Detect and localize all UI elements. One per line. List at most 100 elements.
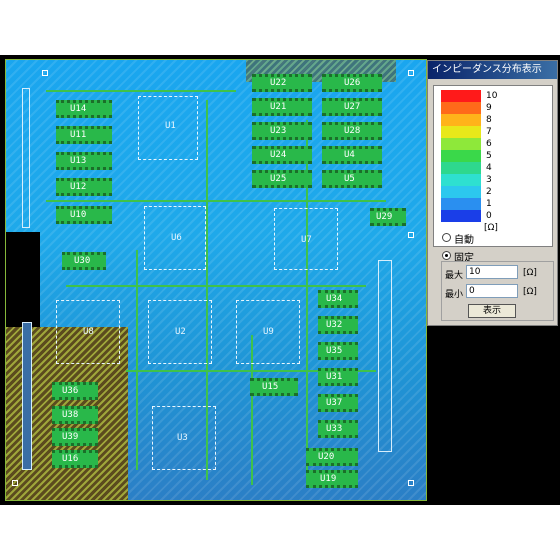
dip-label: U30 bbox=[74, 256, 91, 266]
dip-package[interactable]: U38 bbox=[52, 406, 98, 424]
dip-package[interactable]: U5 bbox=[322, 170, 382, 188]
dip-label: U26 bbox=[344, 78, 361, 88]
legend-value: 2 bbox=[486, 187, 492, 197]
dip-package[interactable]: U29 bbox=[370, 208, 406, 226]
chip-label: U8 bbox=[83, 327, 94, 337]
dip-package[interactable]: U35 bbox=[318, 342, 358, 360]
max-input[interactable]: 10 bbox=[466, 265, 518, 279]
trace bbox=[46, 200, 386, 202]
ic-chip-u6[interactable]: U6 bbox=[144, 206, 206, 270]
ic-chip-u7[interactable]: U7 bbox=[274, 208, 338, 270]
dip-label: U39 bbox=[62, 432, 79, 442]
dip-package[interactable]: U15 bbox=[250, 378, 298, 396]
dip-label: U20 bbox=[318, 452, 335, 462]
auto-radio[interactable] bbox=[442, 233, 451, 242]
legend-swatch bbox=[441, 174, 481, 186]
dip-label: U21 bbox=[270, 102, 287, 112]
chip-label: U7 bbox=[301, 235, 312, 245]
dip-label: U28 bbox=[344, 126, 361, 136]
min-label: 最小 bbox=[445, 290, 464, 300]
impedance-panel[interactable]: インピーダンス分布表示 10 9 8 7 6 5 4 3 2 1 0 [Ω] 自… bbox=[427, 60, 558, 326]
dip-label: U11 bbox=[70, 130, 87, 140]
dip-package[interactable]: U23 bbox=[252, 122, 312, 140]
fiducial-mark bbox=[12, 480, 18, 486]
pcb-board[interactable]: U1 U6 U7 U8 U2 U9 U3 U14 U11 U13 U12 U10… bbox=[5, 59, 427, 501]
dip-package[interactable]: U11 bbox=[56, 126, 112, 144]
dip-label: U15 bbox=[262, 382, 279, 392]
dip-package[interactable]: U39 bbox=[52, 428, 98, 446]
dip-package[interactable]: U32 bbox=[318, 316, 358, 334]
fiducial-mark bbox=[408, 480, 414, 486]
min-input[interactable]: 0 bbox=[466, 284, 518, 298]
dip-package[interactable]: U28 bbox=[322, 122, 382, 140]
chip-label: U3 bbox=[177, 433, 188, 443]
dip-package[interactable]: U4 bbox=[322, 146, 382, 164]
legend-value: 3 bbox=[486, 175, 492, 185]
dip-package[interactable]: U21 bbox=[252, 98, 312, 116]
auto-label: 自動 bbox=[454, 235, 474, 246]
color-legend: 10 9 8 7 6 5 4 3 2 1 0 [Ω] bbox=[433, 85, 553, 247]
trace bbox=[46, 90, 236, 92]
ic-chip-u2[interactable]: U2 bbox=[148, 300, 212, 364]
dip-package[interactable]: U25 bbox=[252, 170, 312, 188]
legend-swatch bbox=[441, 198, 481, 210]
dip-package[interactable]: U16 bbox=[52, 450, 98, 468]
dip-package[interactable]: U20 bbox=[306, 448, 358, 466]
ic-chip-u9[interactable]: U9 bbox=[236, 300, 300, 364]
dip-package[interactable]: U30 bbox=[62, 252, 106, 270]
dip-package[interactable]: U36 bbox=[52, 382, 98, 400]
dip-label: U24 bbox=[270, 150, 287, 160]
dip-package[interactable]: U24 bbox=[252, 146, 312, 164]
board-cutout bbox=[6, 232, 40, 327]
dip-label: U32 bbox=[326, 320, 343, 330]
dip-package[interactable]: U14 bbox=[56, 100, 112, 118]
dip-package[interactable]: U13 bbox=[56, 152, 112, 170]
fiducial-mark bbox=[42, 70, 48, 76]
dip-package[interactable]: U31 bbox=[318, 368, 358, 386]
dip-package[interactable]: U22 bbox=[252, 74, 312, 92]
dip-label: U13 bbox=[70, 156, 87, 166]
legend-value: 8 bbox=[486, 115, 492, 125]
connector-strip-left bbox=[22, 88, 30, 228]
legend-swatch bbox=[441, 90, 481, 102]
dip-label: U34 bbox=[326, 294, 343, 304]
fiducial-mark bbox=[408, 70, 414, 76]
dip-package[interactable]: U19 bbox=[306, 470, 358, 488]
dip-label: U37 bbox=[326, 398, 343, 408]
dip-label: U19 bbox=[320, 474, 337, 484]
show-button[interactable]: 表示 bbox=[468, 304, 516, 318]
dip-label: U25 bbox=[270, 174, 287, 184]
fiducial-mark bbox=[408, 232, 414, 238]
legend-swatch bbox=[441, 210, 481, 222]
dip-label: U5 bbox=[344, 174, 355, 184]
legend-swatch bbox=[441, 162, 481, 174]
legend-value: 9 bbox=[486, 103, 492, 113]
dip-package[interactable]: U37 bbox=[318, 394, 358, 412]
dip-package[interactable]: U12 bbox=[56, 178, 112, 196]
legend-unit: [Ω] bbox=[484, 223, 498, 233]
dip-package[interactable]: U26 bbox=[322, 74, 382, 92]
ic-chip-u1[interactable]: U1 bbox=[138, 96, 198, 160]
dip-label: U16 bbox=[62, 454, 79, 464]
legend-value: 1 bbox=[486, 199, 492, 209]
legend-swatch bbox=[441, 138, 481, 150]
legend-swatch bbox=[441, 114, 481, 126]
ic-chip-u3[interactable]: U3 bbox=[152, 406, 216, 470]
panel-title: インピーダンス分布表示 bbox=[428, 61, 557, 79]
legend-value: 5 bbox=[486, 151, 492, 161]
legend-value: 4 bbox=[486, 163, 492, 173]
trace bbox=[136, 250, 138, 470]
ic-chip-u8[interactable]: U8 bbox=[56, 300, 120, 364]
legend-value: 6 bbox=[486, 139, 492, 149]
fixed-radio[interactable] bbox=[442, 251, 451, 260]
dip-label: U38 bbox=[62, 410, 79, 420]
max-label: 最大 bbox=[445, 271, 464, 281]
max-unit: [Ω] bbox=[523, 268, 537, 278]
chip-label: U9 bbox=[263, 327, 274, 337]
dip-package[interactable]: U34 bbox=[318, 290, 358, 308]
legend-swatch bbox=[441, 150, 481, 162]
dip-package[interactable]: U33 bbox=[318, 420, 358, 438]
dip-package[interactable]: U10 bbox=[56, 206, 112, 224]
dip-label: U27 bbox=[344, 102, 361, 112]
dip-package[interactable]: U27 bbox=[322, 98, 382, 116]
